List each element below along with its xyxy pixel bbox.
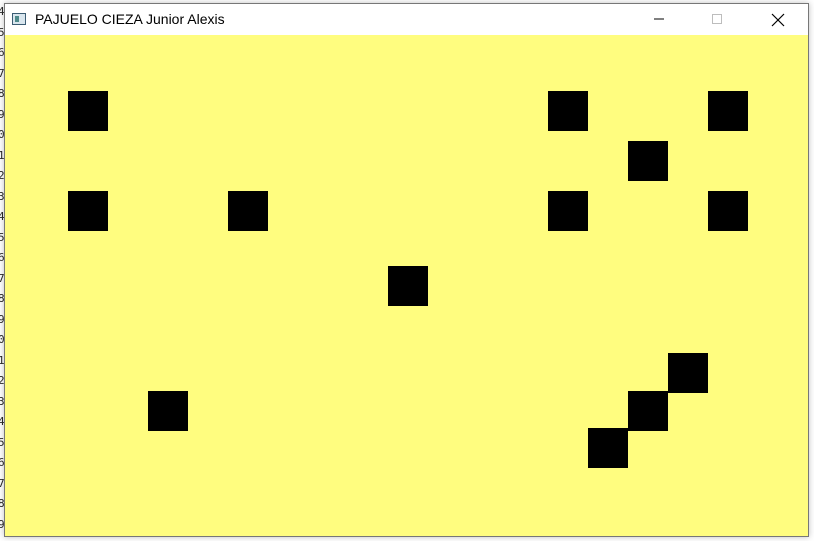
minimize-icon bbox=[654, 18, 664, 20]
maximize-icon bbox=[712, 14, 722, 24]
black-block bbox=[628, 141, 668, 181]
black-block bbox=[548, 91, 588, 131]
minimize-button[interactable] bbox=[636, 4, 682, 35]
black-block bbox=[388, 266, 428, 306]
black-block bbox=[68, 191, 108, 231]
app-window-icon[interactable] bbox=[12, 13, 26, 25]
black-block bbox=[548, 191, 588, 231]
close-button[interactable] bbox=[754, 4, 800, 35]
black-block bbox=[708, 91, 748, 131]
black-block bbox=[148, 391, 188, 431]
title-bar[interactable]: PAJUELO CIEZA Junior Alexis bbox=[5, 4, 808, 35]
black-block bbox=[68, 91, 108, 131]
black-block bbox=[228, 191, 268, 231]
maximize-button[interactable] bbox=[694, 4, 740, 35]
black-block bbox=[668, 353, 708, 393]
game-canvas[interactable] bbox=[5, 35, 808, 536]
black-block bbox=[628, 391, 668, 431]
close-icon bbox=[771, 13, 785, 27]
window-title: PAJUELO CIEZA Junior Alexis bbox=[35, 11, 225, 27]
black-block bbox=[708, 191, 748, 231]
black-block bbox=[588, 428, 628, 468]
app-window: PAJUELO CIEZA Junior Alexis bbox=[4, 3, 809, 537]
